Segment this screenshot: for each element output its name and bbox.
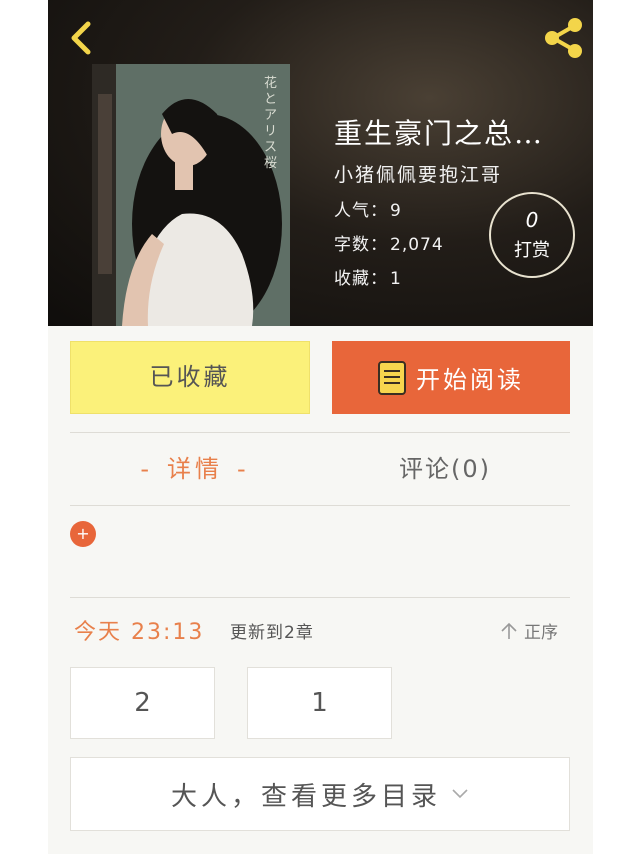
favorites-stat: 收藏： 1: [334, 264, 402, 289]
word-count-value: 2,074: [390, 235, 444, 255]
tip-count: 0: [525, 208, 539, 232]
start-reading-button[interactable]: 开始阅读: [332, 341, 570, 414]
sort-order-toggle[interactable]: 正序: [500, 618, 558, 643]
word-count-label: 字数：: [334, 235, 388, 255]
book-cover[interactable]: 花とアリス 桜: [92, 64, 290, 326]
popularity-label: 人气：: [334, 201, 388, 221]
start-reading-label: 开始阅读: [416, 366, 524, 394]
popularity-stat: 人气： 9: [334, 196, 402, 221]
word-count-stat: 字数： 2,074: [334, 230, 444, 255]
tab-dash-left: -: [140, 455, 153, 483]
share-icon: [545, 18, 582, 58]
chapter-item[interactable]: 1: [247, 667, 392, 739]
arrow-up-icon: [501, 622, 517, 639]
divider: [70, 432, 570, 433]
tab-details[interactable]: - 详情 -: [70, 442, 320, 496]
share-button[interactable]: [541, 16, 585, 60]
sort-order-label: 正序: [524, 623, 558, 643]
book-detail-page: 花とアリス 桜 重生豪门之总… 小猪佩佩要抱江哥 人气： 9 字数： 2,074 收…: [48, 0, 593, 854]
divider: [70, 505, 570, 506]
back-arrow-icon: [71, 21, 91, 55]
favorites-label: 收藏：: [334, 269, 388, 289]
update-time: 今天 23:13: [74, 620, 205, 645]
popularity-value: 9: [390, 201, 402, 221]
tab-comments[interactable]: 评论(0): [320, 442, 570, 496]
more-catalog-button[interactable]: 大人，查看更多目录: [70, 757, 570, 831]
expand-description-button[interactable]: +: [70, 521, 96, 547]
book-title: 重生豪门之总…: [334, 117, 545, 150]
chapter-item[interactable]: 2: [70, 667, 215, 739]
update-text: 更新到2章: [230, 623, 314, 643]
cover-text: 花とアリス 桜: [264, 76, 278, 171]
book-icon: [378, 360, 406, 395]
chevron-down-icon: [452, 789, 468, 799]
favorite-button[interactable]: 已收藏: [70, 341, 310, 414]
favorites-value: 1: [390, 269, 402, 289]
more-catalog-label: 大人，查看更多目录: [170, 781, 441, 812]
divider: [70, 597, 570, 598]
tab-details-label: 详情: [167, 455, 223, 483]
tip-button[interactable]: 0 打赏: [489, 192, 575, 278]
tab-dash-right: -: [237, 455, 250, 483]
tip-label: 打赏: [514, 240, 550, 261]
book-header: 花とアリス 桜 重生豪门之总… 小猪佩佩要抱江哥 人气： 9 字数： 2,074 收…: [48, 0, 593, 326]
book-author[interactable]: 小猪佩佩要抱江哥: [334, 160, 502, 187]
back-button[interactable]: [62, 18, 102, 58]
